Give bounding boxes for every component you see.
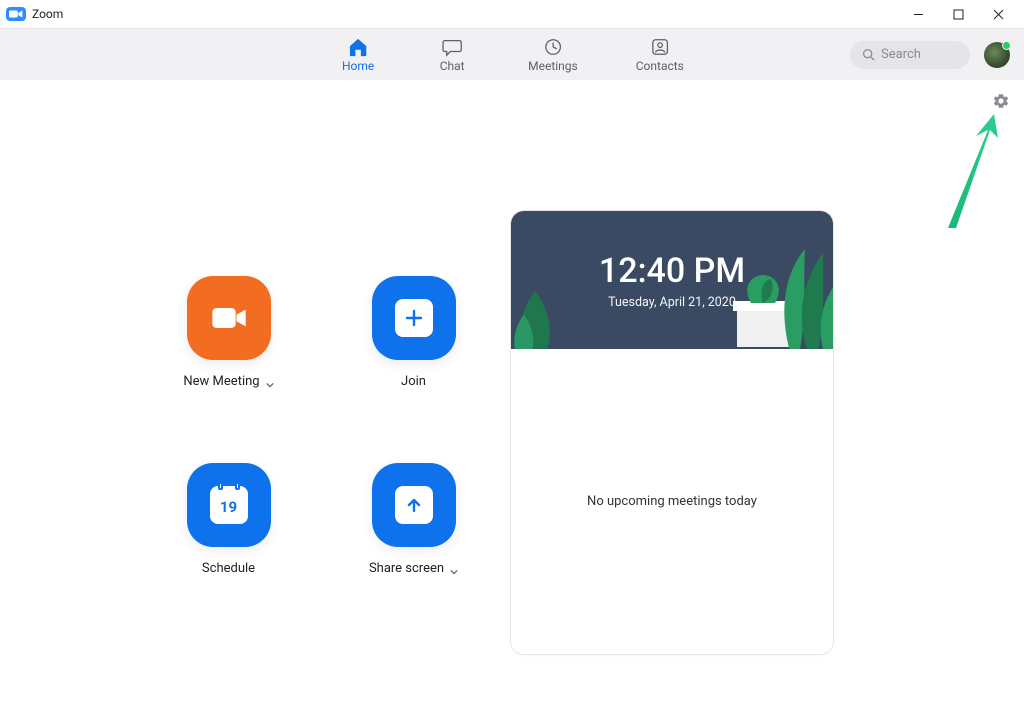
schedule-label: Schedule: [202, 561, 255, 576]
calendar-day-number: 19: [220, 498, 237, 516]
annotation-arrow: [936, 110, 1006, 230]
tabs: Home Chat Meetings Contacts: [340, 29, 684, 80]
calendar-body: No upcoming meetings today: [511, 349, 833, 654]
video-icon: [209, 304, 249, 332]
contacts-icon: [649, 37, 671, 57]
quick-actions: New Meeting Join 19: [166, 276, 476, 576]
new-meeting-label: New Meeting: [183, 374, 259, 389]
calendar-header: 12:40 PM Tuesday, April 21, 2020: [511, 211, 833, 349]
content-area: New Meeting Join 19: [0, 80, 1024, 721]
tab-meetings-label: Meetings: [528, 59, 578, 73]
tab-contacts-label: Contacts: [636, 59, 684, 73]
action-join: Join: [351, 276, 476, 389]
profile-avatar[interactable]: [984, 42, 1010, 68]
tab-meetings[interactable]: Meetings: [528, 37, 578, 73]
tab-home[interactable]: Home: [340, 37, 376, 73]
meetings-icon: [542, 37, 564, 57]
window-title: Zoom: [32, 7, 63, 21]
schedule-label-row: Schedule: [202, 561, 255, 576]
calendar-card: 12:40 PM Tuesday, April 21, 2020 No upco…: [510, 210, 834, 655]
search-placeholder: Search: [881, 47, 921, 62]
titlebar: Zoom: [0, 0, 1024, 28]
share-screen-button[interactable]: [372, 463, 456, 547]
tab-contacts[interactable]: Contacts: [636, 37, 684, 73]
presence-indicator: [1002, 41, 1011, 50]
clock-time: 12:40 PM: [599, 251, 745, 291]
tab-home-label: Home: [342, 59, 374, 73]
gear-icon: [992, 92, 1010, 110]
action-new-meeting: New Meeting: [166, 276, 291, 389]
search-input[interactable]: Search: [850, 41, 970, 69]
home-icon: [347, 37, 369, 57]
action-schedule: 19 Schedule: [166, 463, 291, 576]
chat-icon: [441, 37, 463, 57]
calendar-icon: 19: [210, 486, 248, 524]
join-button[interactable]: [372, 276, 456, 360]
action-share-screen: Share screen: [351, 463, 476, 576]
search-icon: [862, 48, 875, 61]
window-close-button[interactable]: [978, 0, 1018, 28]
plant-decoration-right: [779, 245, 833, 349]
tab-chat[interactable]: Chat: [434, 37, 470, 73]
new-meeting-button[interactable]: [187, 276, 271, 360]
share-screen-label-row[interactable]: Share screen: [369, 561, 458, 576]
plant-decoration-left: [511, 259, 563, 349]
window-minimize-button[interactable]: [898, 0, 938, 28]
chevron-down-icon: [450, 565, 458, 573]
join-label: Join: [401, 374, 426, 389]
plus-icon: [395, 299, 433, 337]
calendar-empty-message: No upcoming meetings today: [587, 494, 757, 509]
settings-button[interactable]: [992, 92, 1010, 110]
schedule-button[interactable]: 19: [187, 463, 271, 547]
share-screen-label: Share screen: [369, 561, 444, 576]
zoom-app-icon: [6, 7, 26, 21]
window-maximize-button[interactable]: [938, 0, 978, 28]
join-label-row: Join: [401, 374, 426, 389]
tabbar: Home Chat Meetings Contacts Search: [0, 28, 1024, 80]
new-meeting-label-row[interactable]: New Meeting: [183, 374, 273, 389]
tab-chat-label: Chat: [440, 59, 465, 73]
share-icon: [395, 486, 433, 524]
clock-date: Tuesday, April 21, 2020: [608, 295, 736, 310]
chevron-down-icon: [266, 378, 274, 386]
